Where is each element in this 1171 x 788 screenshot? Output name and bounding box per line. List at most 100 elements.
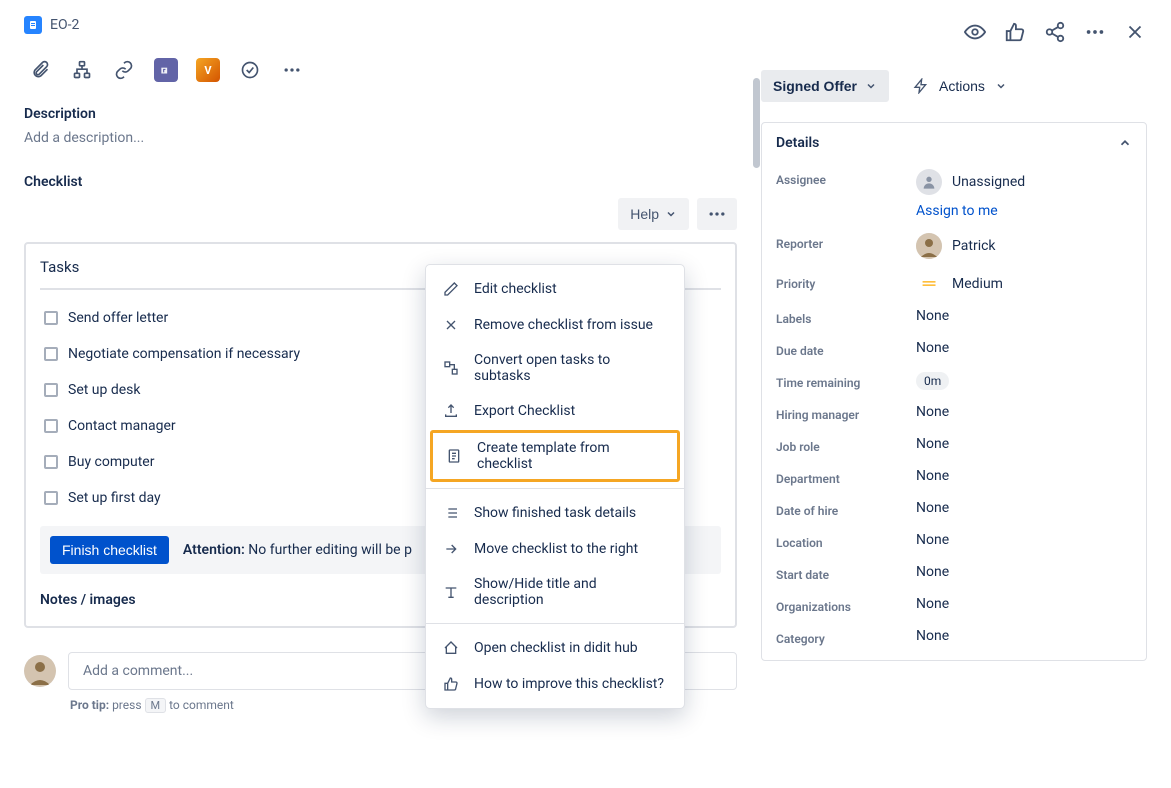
menu-label: Show finished task details [474, 505, 636, 521]
status-button[interactable]: Signed Offer [761, 70, 889, 102]
location-value[interactable]: None [916, 532, 949, 548]
menu-label: Remove checklist from issue [474, 317, 653, 333]
menu-label: Move checklist to the right [474, 541, 638, 557]
task-label: Contact manager [68, 418, 176, 434]
priority-label: Priority [776, 273, 916, 291]
description-heading: Description [24, 106, 737, 122]
close-button[interactable] [1123, 20, 1147, 44]
attention-text: No further editing will be p [248, 542, 412, 558]
job-role-value[interactable]: None [916, 436, 949, 452]
more-button[interactable] [1083, 20, 1107, 44]
home-icon [442, 639, 460, 657]
description-input[interactable]: Add a description... [24, 130, 737, 146]
menu-create-template[interactable]: Create template from checklist [430, 430, 680, 482]
reporter-value[interactable]: Patrick [916, 233, 996, 259]
organizations-label: Organizations [776, 596, 916, 614]
checkbox[interactable] [44, 347, 58, 361]
pro-tip-after: to comment [169, 698, 234, 712]
date-of-hire-label: Date of hire [776, 500, 916, 518]
task-label: Set up desk [68, 382, 140, 398]
category-value[interactable]: None [916, 628, 949, 644]
menu-show-finished[interactable]: Show finished task details [426, 495, 684, 531]
task-label: Negotiate compensation if necessary [68, 346, 300, 362]
time-remaining-value[interactable]: 0m [916, 372, 949, 390]
menu-improve[interactable]: How to improve this checklist? [426, 666, 684, 702]
date-of-hire-value[interactable]: None [916, 500, 949, 516]
reporter-avatar [916, 233, 942, 259]
pro-tip-key: M [145, 698, 167, 713]
status-label: Signed Offer [773, 78, 857, 94]
assign-to-me-link[interactable]: Assign to me [916, 203, 1025, 219]
reporter-label: Reporter [776, 233, 916, 251]
department-value[interactable]: None [916, 468, 949, 484]
scrollbar[interactable] [751, 58, 761, 678]
due-date-value[interactable]: None [916, 340, 949, 356]
menu-convert-subtasks[interactable]: Convert open tasks to subtasks [426, 343, 684, 393]
job-role-label: Job role [776, 436, 916, 454]
menu-label: Convert open tasks to subtasks [474, 352, 668, 384]
attach-button[interactable] [24, 54, 56, 86]
pro-tip-press: press [112, 698, 141, 712]
details-header-label: Details [776, 135, 819, 151]
arrow-right-icon [442, 540, 460, 558]
menu-export-checklist[interactable]: Export Checklist [426, 393, 684, 429]
actions-button[interactable]: Actions [909, 70, 1011, 102]
help-button[interactable]: Help [618, 198, 689, 230]
checklist-heading: Checklist [24, 174, 737, 190]
more-actions-button[interactable] [276, 54, 308, 86]
assignee-value[interactable]: Unassigned [916, 169, 1025, 195]
watch-button[interactable] [963, 20, 987, 44]
child-issue-button[interactable] [66, 54, 98, 86]
menu-move-right[interactable]: Move checklist to the right [426, 531, 684, 567]
priority-value[interactable]: ═Medium [916, 273, 1003, 294]
checkbox[interactable] [44, 455, 58, 469]
hiring-manager-value[interactable]: None [916, 404, 949, 420]
app-icon[interactable]: V [192, 54, 224, 86]
finish-checklist-button[interactable]: Finish checklist [50, 536, 169, 564]
menu-edit-checklist[interactable]: Edit checklist [426, 271, 684, 307]
checkbox[interactable] [44, 419, 58, 433]
due-date-label: Due date [776, 340, 916, 358]
labels-label: Labels [776, 308, 916, 326]
checklist-more-button[interactable] [697, 198, 737, 230]
x-icon [442, 316, 460, 334]
checkbox[interactable] [44, 383, 58, 397]
actions-label: Actions [939, 78, 985, 94]
share-button[interactable] [1043, 20, 1067, 44]
start-date-label: Start date [776, 564, 916, 582]
assignee-label: Assignee [776, 169, 916, 187]
text-icon [442, 583, 460, 601]
organizations-value[interactable]: None [916, 596, 949, 612]
export-icon [442, 402, 460, 420]
unassigned-avatar-icon [916, 169, 942, 195]
convert-icon [442, 359, 460, 377]
start-date-value[interactable]: None [916, 564, 949, 580]
help-label: Help [630, 206, 659, 222]
issue-key[interactable]: EO-2 [50, 17, 79, 33]
menu-label: Create template from checklist [477, 440, 665, 472]
menu-show-hide[interactable]: Show/Hide title and description [426, 567, 684, 617]
issue-type-icon[interactable] [24, 16, 42, 34]
menu-label: How to improve this checklist? [474, 676, 664, 692]
menu-remove-checklist[interactable]: Remove checklist from issue [426, 307, 684, 343]
link-button[interactable] [108, 54, 140, 86]
template-icon [445, 447, 463, 465]
pro-tip-label: Pro tip: [70, 698, 109, 712]
menu-label: Open checklist in didit hub [474, 640, 638, 656]
checkbox[interactable] [44, 311, 58, 325]
category-label: Category [776, 628, 916, 646]
labels-value[interactable]: None [916, 308, 949, 324]
vote-button[interactable] [1003, 20, 1027, 44]
priority-medium-icon: ═ [916, 273, 942, 294]
teams-icon[interactable] [150, 54, 182, 86]
time-remaining-label: Time remaining [776, 372, 916, 390]
menu-open-hub[interactable]: Open checklist in didit hub [426, 630, 684, 666]
department-label: Department [776, 468, 916, 486]
list-icon [442, 504, 460, 522]
confluence-button[interactable] [234, 54, 266, 86]
hiring-manager-label: Hiring manager [776, 404, 916, 422]
details-toggle[interactable]: Details [762, 123, 1146, 163]
checkbox[interactable] [44, 491, 58, 505]
thumbs-up-icon [442, 675, 460, 693]
user-avatar [24, 655, 56, 687]
